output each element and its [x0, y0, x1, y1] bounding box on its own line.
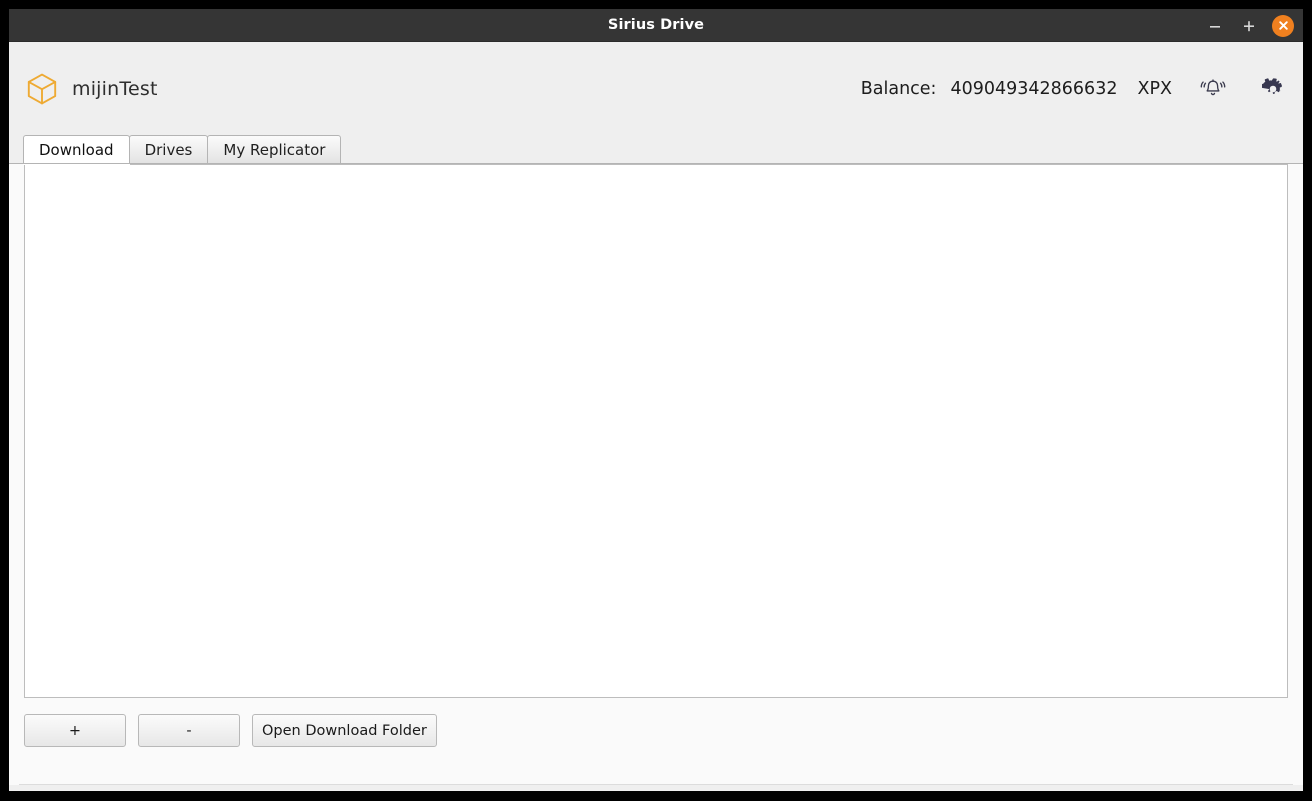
- brand-name: mijinTest: [72, 77, 158, 100]
- download-actions-bar: + - Open Download Folder: [9, 698, 1303, 784]
- tab-drives-label: Drives: [144, 140, 193, 159]
- tab-download-label: Download: [39, 140, 114, 159]
- brand: mijinTest: [27, 73, 158, 105]
- tab-download[interactable]: Download: [23, 135, 130, 163]
- tab-drives[interactable]: Drives: [128, 135, 209, 163]
- tab-bar: Download Drives My Replicator: [9, 135, 1303, 163]
- tab-my-replicator[interactable]: My Replicator: [207, 135, 342, 163]
- app-header: mijinTest Balance: 409049342866632 XPX: [9, 42, 1303, 135]
- cube-logo-icon: [27, 73, 57, 105]
- open-download-folder-button[interactable]: Open Download Folder: [252, 714, 437, 747]
- balance-display: Balance: 409049342866632 XPX: [861, 79, 1172, 99]
- tab-my-replicator-label: My Replicator: [223, 140, 326, 159]
- gear-icon[interactable]: [1258, 74, 1288, 104]
- balance-label: Balance:: [860, 78, 937, 99]
- minimize-icon[interactable]: [1204, 15, 1226, 37]
- add-download-button[interactable]: +: [24, 714, 126, 747]
- remove-download-label: -: [186, 722, 192, 739]
- balance-ticker: XPX: [1137, 78, 1172, 99]
- download-list-body[interactable]: [25, 165, 1287, 697]
- window-title: Sirius Drive: [607, 17, 705, 33]
- close-icon[interactable]: [1272, 14, 1294, 37]
- window-frame: Sirius Drive mijinTest Balance: 40904934…: [0, 0, 1312, 801]
- download-list[interactable]: [24, 164, 1288, 698]
- balance-value: 409049342866632: [950, 78, 1118, 99]
- active-tab-notch: [23, 164, 130, 165]
- application-window: Sirius Drive mijinTest Balance: 40904934…: [9, 9, 1303, 791]
- remove-download-button[interactable]: -: [138, 714, 240, 747]
- add-download-label: +: [68, 722, 82, 739]
- header-right: Balance: 409049342866632 XPX: [861, 74, 1288, 104]
- titlebar: Sirius Drive: [9, 9, 1303, 42]
- open-download-folder-label: Open Download Folder: [262, 722, 427, 739]
- footer-strip: [9, 785, 1303, 791]
- window-controls: [1204, 9, 1294, 42]
- bell-icon[interactable]: [1196, 74, 1230, 104]
- download-panel: + - Open Download Folder: [9, 163, 1303, 791]
- maximize-icon[interactable]: [1238, 15, 1260, 37]
